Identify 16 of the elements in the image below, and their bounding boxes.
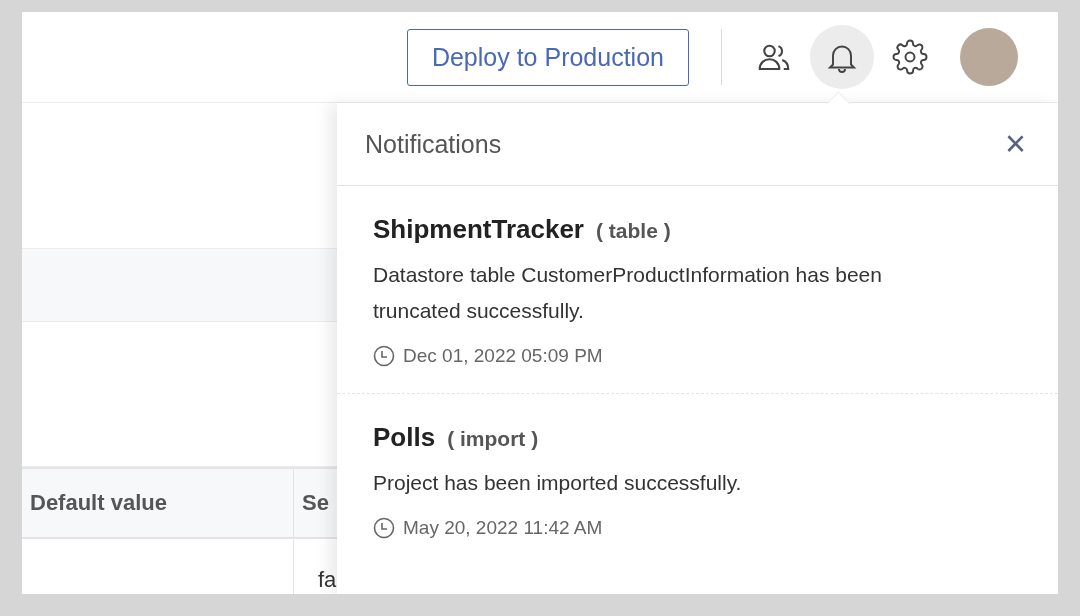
deploy-button[interactable]: Deploy to Production: [406, 28, 689, 86]
notification-type: ( table ): [596, 219, 671, 243]
notification-time: Dec 01, 2022 05:09 PM: [403, 345, 603, 367]
clock-icon: [373, 345, 395, 367]
close-button[interactable]: ×: [1000, 126, 1030, 162]
clock-icon: [373, 517, 395, 539]
column-header: Se: [302, 490, 329, 516]
notification-type: ( import ): [447, 427, 539, 451]
notification-time: May 20, 2022 11:42 AM: [403, 517, 603, 539]
notification-message: Project has been imported successfully.: [373, 470, 743, 496]
panel-title: Notifications: [365, 129, 502, 159]
notification-title: ShipmentTracker: [373, 214, 584, 245]
table-cell: fa: [318, 567, 337, 593]
notification-title: Polls: [373, 422, 436, 453]
notification-message: Datastore table CustomerProductInformation has been truncated successfully.: [373, 262, 883, 324]
column-header: Default value: [30, 490, 167, 516]
